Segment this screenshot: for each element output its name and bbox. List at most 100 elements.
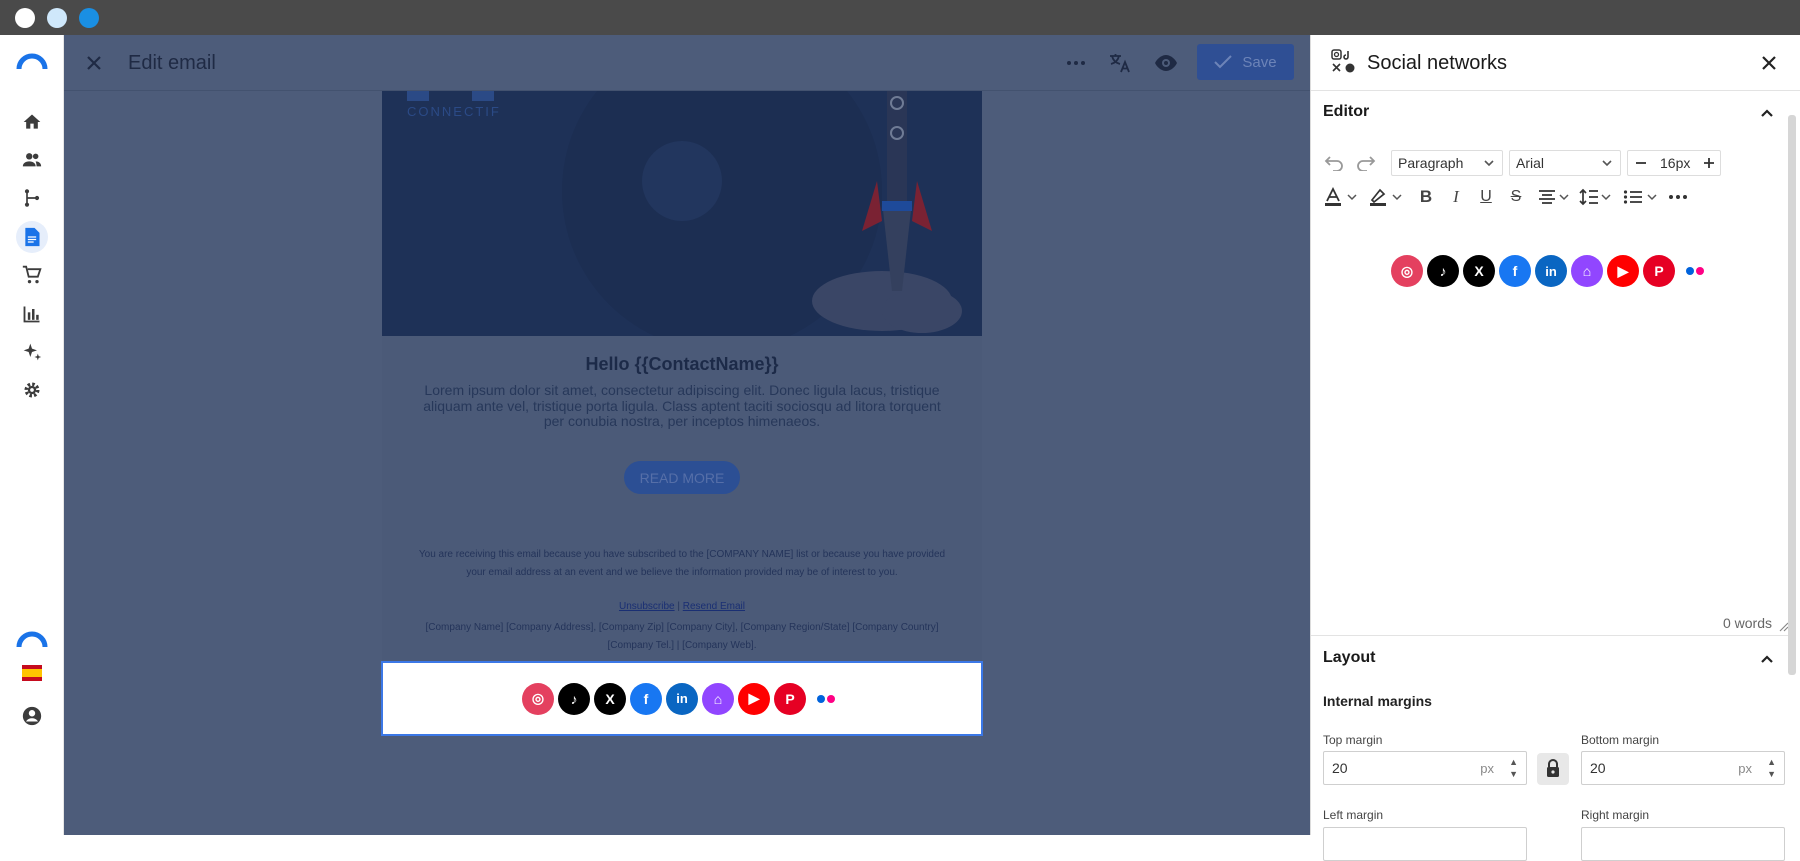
footer-address[interactable]: [Company Name] [Company Address], [Compa… [412, 619, 952, 655]
settings-gear-icon[interactable] [16, 374, 48, 406]
translate-icon[interactable] [1108, 51, 1132, 75]
increase-font-size-button[interactable] [1700, 153, 1718, 173]
social-networks-icon [1331, 49, 1357, 75]
text-color-chevron-icon[interactable] [1345, 189, 1359, 205]
preview-eye-icon[interactable] [1154, 51, 1178, 75]
footer-notice[interactable]: You are receiving this email because you… [412, 546, 952, 582]
top-margin-spinner-icon[interactable]: ▲ ▼ [1509, 756, 1518, 780]
link-separator: | [677, 601, 680, 612]
collapse-layout-chevron-icon[interactable] [1757, 649, 1777, 669]
save-button[interactable]: Save [1197, 44, 1294, 80]
block-format-value: Paragraph [1398, 155, 1464, 171]
unsubscribe-link[interactable]: Unsubscribe [619, 601, 675, 612]
font-family-select[interactable]: Arial [1509, 150, 1621, 176]
lock-margins-icon[interactable] [1537, 753, 1569, 785]
undo-icon[interactable] [1321, 151, 1347, 175]
instagram-icon[interactable]: ◎ [1391, 255, 1423, 287]
right-margin-input[interactable] [1581, 827, 1785, 861]
flickr-icon[interactable] [1679, 255, 1711, 287]
brand-logo-icon[interactable] [16, 623, 48, 655]
window-minimize-dot[interactable] [47, 8, 67, 28]
resend-email-link[interactable]: Resend Email [683, 601, 745, 612]
list-chevron-icon[interactable] [1645, 189, 1659, 205]
content-document-icon[interactable] [16, 221, 48, 253]
user-account-icon[interactable] [16, 700, 48, 732]
font-size-value[interactable]: 16px [1660, 155, 1690, 171]
chevron-down-icon [1602, 160, 1612, 167]
bottom-margin-label: Bottom margin [1581, 733, 1660, 747]
highlight-chevron-icon[interactable] [1390, 189, 1404, 205]
bold-icon[interactable]: B [1414, 185, 1438, 209]
align-icon[interactable] [1535, 185, 1559, 209]
pinterest-icon[interactable]: P [774, 682, 806, 715]
read-more-button[interactable]: READ MORE [624, 461, 740, 494]
youtube-icon[interactable]: ▶ [1607, 255, 1639, 287]
hero-logo-text: CONNECTIF [407, 104, 501, 119]
window-titlebar [0, 0, 1800, 35]
text-color-icon[interactable] [1321, 185, 1345, 209]
panel-header: Social networks [1311, 35, 1800, 91]
underline-icon[interactable]: U [1474, 185, 1498, 209]
x-icon[interactable]: X [1463, 255, 1495, 287]
top-margin-input[interactable]: 20 px ▲ ▼ [1323, 751, 1527, 785]
twitch-icon[interactable]: ⌂ [702, 682, 734, 715]
email-body-text[interactable]: Lorem ipsum dolor sit amet, consectetur … [422, 382, 942, 430]
footer-links: Unsubscribe | Resend Email [382, 601, 982, 612]
bullet-list-icon[interactable] [1621, 185, 1645, 209]
section-divider [1311, 635, 1791, 636]
bottom-margin-input[interactable]: 20 px ▲ ▼ [1581, 751, 1785, 785]
align-chevron-icon[interactable] [1557, 189, 1571, 205]
line-height-icon[interactable] [1577, 185, 1601, 209]
font-size-stepper: 16px [1627, 150, 1721, 176]
redo-icon[interactable] [1353, 151, 1379, 175]
youtube-icon[interactable]: ▶ [738, 682, 770, 715]
strikethrough-icon[interactable]: S [1504, 185, 1528, 209]
email-greeting[interactable]: Hello {{ContactName}} [382, 354, 982, 375]
pinterest-icon[interactable]: P [1643, 255, 1675, 287]
window-close-dot[interactable] [15, 8, 35, 28]
facebook-icon[interactable]: f [1499, 255, 1531, 287]
close-editor-icon[interactable] [82, 51, 106, 75]
linkedin-icon[interactable]: in [1535, 255, 1567, 287]
editor-section-title[interactable]: Editor [1323, 103, 1369, 121]
left-margin-input[interactable] [1323, 827, 1527, 861]
app-sidebar [0, 35, 64, 835]
block-format-select[interactable]: Paragraph [1391, 150, 1503, 176]
window-maximize-dot[interactable] [79, 8, 99, 28]
editor-toolbar-row-2: B I U S [1311, 177, 1791, 217]
analytics-icon[interactable] [16, 298, 48, 330]
twitch-icon[interactable]: ⌂ [1571, 255, 1603, 287]
linkedin-icon[interactable]: in [666, 682, 698, 715]
email-editor-area: Edit email Save CONNECTIF Hello {{Contac… [64, 35, 1310, 835]
layout-section-title[interactable]: Layout [1323, 649, 1375, 667]
more-tools-icon[interactable] [1666, 185, 1690, 209]
home-icon[interactable] [16, 106, 48, 138]
collapse-editor-chevron-icon[interactable] [1757, 103, 1777, 123]
language-spain-flag-icon[interactable] [16, 657, 48, 689]
social-networks-block[interactable]: ◎ ♪ Xf in ⌂ ▶ P [381, 661, 983, 736]
flickr-icon[interactable] [810, 683, 842, 715]
chevron-down-icon [1484, 160, 1494, 167]
more-options-icon[interactable] [1064, 51, 1088, 75]
italic-icon[interactable]: I [1444, 185, 1468, 209]
tiktok-icon[interactable]: ♪ [1427, 255, 1459, 287]
workflow-icon[interactable] [16, 182, 48, 214]
x-icon[interactable]: X [594, 682, 626, 715]
hero-image[interactable]: CONNECTIF [382, 91, 982, 336]
panel-scrollbar[interactable] [1788, 115, 1796, 675]
app-logo-icon[interactable] [16, 45, 48, 77]
rich-text-editor[interactable]: ◎ ♪ Xf in ⌂ ▶ P [1311, 220, 1791, 600]
close-panel-icon[interactable] [1757, 51, 1781, 75]
tiktok-icon[interactable]: ♪ [558, 682, 590, 715]
highlight-color-icon[interactable] [1366, 185, 1390, 209]
instagram-icon[interactable]: ◎ [522, 682, 554, 715]
decrease-font-size-button[interactable] [1632, 153, 1650, 173]
cart-icon[interactable] [16, 259, 48, 291]
email-canvas: CONNECTIF Hello {{ContactName}} Lorem ip… [64, 91, 1310, 835]
bottom-margin-spinner-icon[interactable]: ▲ ▼ [1767, 756, 1776, 780]
contacts-icon[interactable] [16, 144, 48, 176]
ai-sparkle-icon[interactable] [16, 336, 48, 368]
left-margin-label: Left margin [1323, 808, 1384, 822]
facebook-icon[interactable]: f [630, 682, 662, 715]
line-height-chevron-icon[interactable] [1599, 189, 1613, 205]
